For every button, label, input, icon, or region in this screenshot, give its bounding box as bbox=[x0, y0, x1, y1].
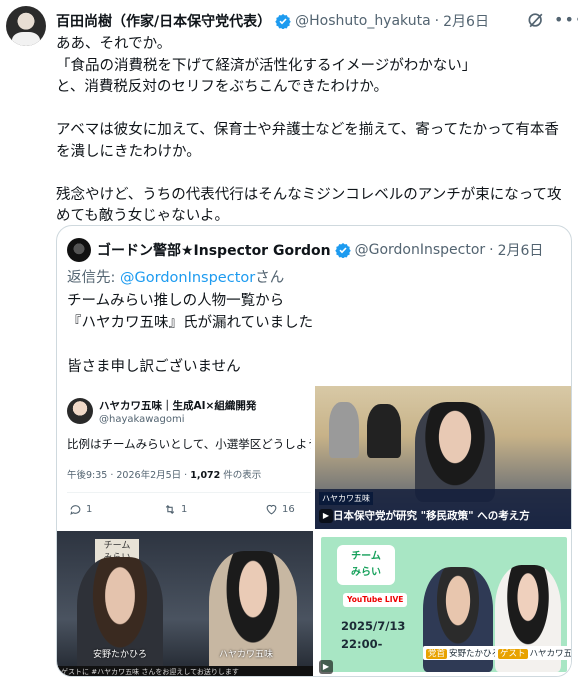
embedded-views: 1,072 bbox=[190, 470, 221, 481]
right-name-tag: ゲストハヤカワ五味 bbox=[495, 646, 572, 660]
embedded-avatar bbox=[67, 398, 93, 424]
tag-role: ゲスト bbox=[498, 649, 528, 659]
author-avatar[interactable] bbox=[6, 6, 46, 46]
tweet: 百田尚樹（作家/日本保守党代表） @Hoshuto_hyakuta · 2月6日… bbox=[0, 0, 578, 683]
embedded-tweet-text: 比例はチームみらいとして、小選挙区どうしよう bbox=[67, 437, 313, 451]
statue-figure bbox=[329, 402, 359, 458]
person-figure bbox=[415, 402, 495, 502]
quoted-author-handle[interactable]: @GordonInspector bbox=[355, 242, 486, 258]
embedded-retweet: 1 bbox=[163, 503, 187, 516]
author-name[interactable]: 百田尚樹（作家/日本保守党代表） bbox=[56, 11, 271, 31]
quoted-post-date[interactable]: 2月6日 bbox=[498, 240, 544, 260]
tweet-text: ああ、それでか。 「食品の消費税を下げて経済が活性化するイメージがわかない」 と… bbox=[56, 36, 562, 224]
statue-figure bbox=[367, 404, 401, 458]
embedded-views-suffix: 件の表示 bbox=[220, 470, 262, 481]
quoted-tweet-header: ゴードン警部★Inspector Gordon @GordonInspector… bbox=[97, 238, 543, 262]
media-image-stream[interactable]: チーム みらい 安野たかひろ ハヤカワ五味 ゲストに #ハヤカワ五味 さんをお迎… bbox=[57, 531, 313, 676]
tag-role: 党首 bbox=[426, 649, 448, 659]
embedded-tweet-meta: 午後9:35 · 2026年2月5日 · 1,072 件の表示 bbox=[67, 467, 261, 481]
reply-icon bbox=[70, 505, 81, 515]
name-label-right: ハヤカワ五味 bbox=[219, 650, 274, 660]
media-grid: ハヤカワ五味｜生成AI×組織開発 @hayakawagomi 比例はチームみらい… bbox=[57, 386, 572, 676]
author-handle[interactable]: @Hoshuto_hyakuta bbox=[295, 13, 431, 29]
heart-icon bbox=[266, 504, 277, 515]
retweet-icon bbox=[165, 504, 175, 515]
tv-name-tag: ハヤカワ五味 bbox=[319, 492, 373, 505]
tag-name: 安野たかひろ bbox=[449, 649, 501, 659]
divider bbox=[67, 492, 311, 493]
media-image-poster[interactable]: チーム みらい YouTube LIVE 2025/7/13 22:00- 党首… bbox=[315, 531, 572, 676]
tv-caption-title: 日本保守党が研究 "移民政策" への考え方 bbox=[333, 510, 530, 522]
reply-mention-link[interactable]: @GordonInspector bbox=[120, 270, 255, 286]
separator-dot: · bbox=[434, 13, 440, 29]
tweet-header: 百田尚樹（作家/日本保守党代表） @Hoshuto_hyakuta · 2月6日 bbox=[56, 10, 489, 32]
youtube-live-badge: YouTube LIVE bbox=[343, 593, 408, 607]
play-icon[interactable]: ▶ bbox=[319, 509, 333, 523]
reply-count: 1 bbox=[86, 504, 93, 515]
verified-badge-icon bbox=[275, 14, 291, 29]
tag-name: ハヤカワ五味 bbox=[529, 649, 572, 659]
quoted-author-avatar[interactable] bbox=[67, 238, 91, 262]
quoted-tweet[interactable]: ゴードン警部★Inspector Gordon @GordonInspector… bbox=[56, 225, 572, 677]
news-ticker: ゲストに #ハヤカワ五味 さんをお迎えしてお送りします bbox=[57, 666, 313, 676]
retweet-count: 1 bbox=[181, 504, 188, 515]
media-image-tweet-screenshot[interactable]: ハヤカワ五味｜生成AI×組織開発 @hayakawagomi 比例はチームみらい… bbox=[57, 386, 313, 529]
team-logo: チーム みらい bbox=[337, 545, 395, 585]
left-name-tag: 党首 安野たかひろ bbox=[423, 646, 504, 660]
like-count: 16 bbox=[282, 504, 295, 515]
media-image-tv-studio[interactable]: ハヤカワ五味 ▶ 日本保守党が研究 "移民政策" への考え方 bbox=[315, 386, 571, 529]
name-label-left: 安野たかひろ bbox=[93, 650, 148, 660]
embedded-like: 16 bbox=[265, 503, 295, 516]
grok-icon[interactable] bbox=[526, 10, 546, 30]
embedded-reply: 1 bbox=[69, 503, 92, 516]
play-icon[interactable]: ▶ bbox=[319, 660, 333, 674]
quoted-tweet-text: チームみらい推しの人物一覧から 『ハヤカワ五味』氏が漏れていました 皆さま申し訳… bbox=[67, 293, 314, 375]
post-date[interactable]: 2月6日 bbox=[443, 11, 489, 31]
embedded-author-handle: @hayakawagomi bbox=[99, 414, 185, 425]
verified-badge-icon bbox=[334, 243, 351, 258]
reply-prefix: 返信先: bbox=[67, 270, 120, 286]
embedded-author-name: ハヤカワ五味｜生成AI×組織開発 bbox=[99, 400, 257, 412]
reply-to-line: 返信先: @GordonInspectorさん bbox=[67, 266, 284, 287]
broadcast-datetime: 2025/7/13 22:00- bbox=[341, 619, 406, 651]
embedded-time: 午後9:35 · 2026年2月5日 · bbox=[67, 470, 191, 481]
more-options-icon[interactable]: ••• bbox=[554, 10, 578, 30]
quoted-author-name[interactable]: ゴードン警部★Inspector Gordon bbox=[97, 240, 331, 260]
separator-dot: · bbox=[489, 242, 494, 258]
reply-suffix: さん bbox=[255, 270, 285, 286]
